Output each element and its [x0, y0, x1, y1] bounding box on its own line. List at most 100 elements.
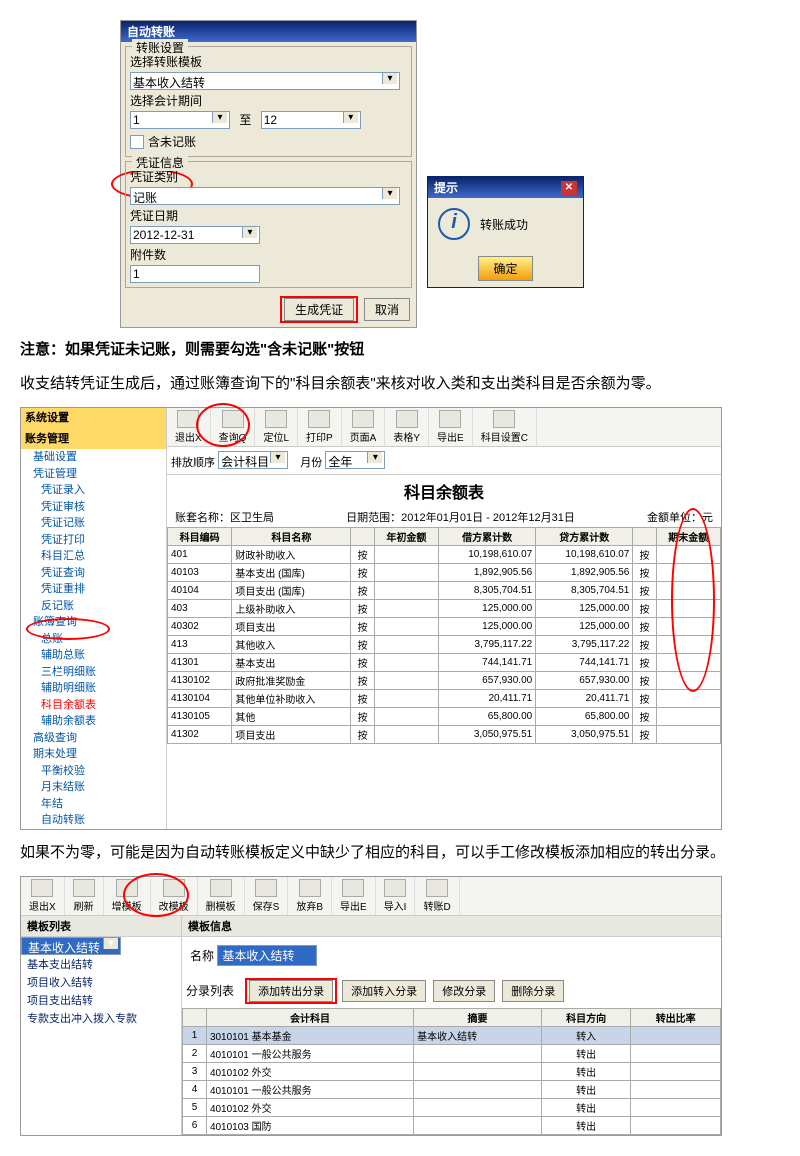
period-to-select[interactable]: 12	[261, 111, 361, 129]
export-button[interactable]: 导出E	[332, 877, 376, 915]
table-row[interactable]: 4130105其他按65,800.0065,800.00按	[168, 708, 721, 726]
save-button[interactable]: 保存S	[245, 877, 289, 915]
tree-leaf[interactable]: 凭证查询	[21, 565, 166, 582]
table-row[interactable]: 13010101 基本基金基本收入结转转入	[183, 1026, 721, 1044]
attachment-input[interactable]: 1	[130, 265, 260, 283]
delete-entry-button[interactable]: 删除分录	[502, 980, 564, 1002]
tree-node[interactable]: 高级查询	[21, 730, 166, 747]
print-button[interactable]: 打印P	[298, 408, 342, 446]
grid-button[interactable]: 表格Y	[385, 408, 429, 446]
table-row[interactable]: 34010102 外交转出	[183, 1062, 721, 1080]
template-item[interactable]: 项目支出结转	[21, 991, 181, 1009]
unit-label: 金额单位：元	[647, 509, 713, 525]
table-row[interactable]: 40104项目支出 (国库)按8,305,704.518,305,704.51按	[168, 582, 721, 600]
gear-icon	[493, 410, 515, 428]
template-select[interactable]: 基本收入结转	[130, 72, 400, 90]
exit-button[interactable]: 退出X	[21, 877, 65, 915]
balance-table: 科目编码科目名称年初金额借方累计数贷方累计数期末金额 401财政补助收入按10,…	[167, 527, 721, 744]
tree-leaf[interactable]: 年结	[21, 796, 166, 813]
generate-button[interactable]: 生成凭证	[284, 298, 354, 321]
tree-leaf[interactable]: 三栏明细账	[21, 664, 166, 681]
tree-leaf[interactable]: 凭证记账	[21, 515, 166, 532]
add-template-button[interactable]: 增模板	[104, 877, 151, 915]
prompt-message: 转账成功	[480, 216, 528, 233]
include-unposted-checkbox[interactable]	[130, 135, 144, 149]
table-row[interactable]: 40103基本支出 (国库)按1,892,905.561,892,905.56按	[168, 564, 721, 582]
tree-node[interactable]: 凭证管理	[21, 466, 166, 483]
template-info-header: 模板信息	[182, 916, 721, 937]
tree-leaf[interactable]: 凭证录入	[21, 482, 166, 499]
table-row[interactable]: 403上级补助收入按125,000.00125,000.00按	[168, 600, 721, 618]
table-row[interactable]: 40302项目支出按125,000.00125,000.00按	[168, 618, 721, 636]
tree-leaf[interactable]: 总账	[21, 631, 166, 648]
delete-template-button[interactable]: 删模板	[198, 877, 245, 915]
tree-leaf[interactable]: 自动转账	[21, 812, 166, 829]
tree-leaf-active[interactable]: 科目余额表	[21, 697, 166, 714]
sort-select[interactable]: 会计科目	[218, 451, 288, 469]
page-button[interactable]: 页面A	[342, 408, 386, 446]
edit-entry-button[interactable]: 修改分录	[433, 980, 495, 1002]
period-from-select[interactable]: 1	[130, 111, 230, 129]
voucher-type-select[interactable]: 记账	[130, 187, 400, 205]
table-row[interactable]: 4130104其他单位补助收入按20,411.7120,411.71按	[168, 690, 721, 708]
auto-transfer-dialog: 自动转账 转账设置 选择转账模板 基本收入结转 选择会计期间 1 至 12 含未…	[120, 20, 417, 328]
paragraph-2: 如果不为零，可能是因为自动转账模板定义中缺少了相应的科目，可以手工修改模板添加相…	[20, 838, 780, 868]
table-row[interactable]: 41301基本支出按744,141.71744,141.71按	[168, 654, 721, 672]
tree-leaf[interactable]: 凭证打印	[21, 532, 166, 549]
table-row[interactable]: 54010102 外交转出	[183, 1098, 721, 1116]
table-row[interactable]: 44010101 一般公共服务转出	[183, 1080, 721, 1098]
template-item[interactable]: 项目收入结转	[21, 973, 181, 991]
prompt-title: 提示	[434, 179, 458, 196]
tree-leaf[interactable]: 凭证审核	[21, 499, 166, 516]
transfer-button[interactable]: 转账D	[415, 877, 459, 915]
delete-icon	[210, 879, 232, 897]
month-select[interactable]: 全年	[325, 451, 385, 469]
ok-button[interactable]: 确定	[478, 256, 532, 281]
tree-node[interactable]: 账簿查询	[21, 614, 166, 631]
table-row[interactable]: 24010101 一般公共服务转出	[183, 1044, 721, 1062]
transfer-settings-group: 转账设置 选择转账模板 基本收入结转 选择会计期间 1 至 12 含未记账	[125, 46, 412, 157]
tree-leaf[interactable]: 月末结账	[21, 779, 166, 796]
tree-leaf[interactable]: 辅助余额表	[21, 713, 166, 730]
tree-leaf[interactable]: 辅助明细账	[21, 680, 166, 697]
table-row[interactable]: 413其他收入按3,795,117.223,795,117.22按	[168, 636, 721, 654]
discard-button[interactable]: 放弃B	[288, 877, 332, 915]
edit-template-button[interactable]: 改模板	[151, 877, 198, 915]
table-row[interactable]: 41302项目支出按3,050,975.513,050,975.51按	[168, 726, 721, 744]
filter-label: 月份	[300, 457, 322, 469]
attachment-label: 附件数	[130, 246, 407, 263]
filter-row: 排放顺序 会计科目 月份 全年	[167, 447, 721, 475]
tree-leaf[interactable]: 科目汇总	[21, 548, 166, 565]
report-title: 科目余额表	[167, 475, 721, 507]
cancel-button[interactable]: 取消	[364, 298, 410, 321]
add-out-entry-button[interactable]: 添加转出分录	[249, 980, 333, 1002]
tree-leaf[interactable]: 平衡校验	[21, 763, 166, 780]
date-range: 日期范围：2012年01月01日 - 2012年12月31日	[346, 509, 575, 525]
table-row[interactable]: 4130102政府批准奖励金按657,930.00657,930.00按	[168, 672, 721, 690]
import-button[interactable]: 导入I	[376, 877, 416, 915]
query-button[interactable]: 查询Q	[211, 408, 256, 446]
add-in-entry-button[interactable]: 添加转入分录	[342, 980, 426, 1002]
template-item[interactable]: 基本支出结转	[21, 955, 181, 973]
table-row[interactable]: 64010103 国防转出	[183, 1116, 721, 1134]
voucher-date-select[interactable]: 2012-12-31	[130, 226, 260, 244]
name-input[interactable]: 基本收入结转	[217, 945, 317, 966]
settings-button[interactable]: 科目设置C	[473, 408, 537, 446]
tree-header: 账务管理	[21, 429, 166, 450]
refresh-button[interactable]: 刷新	[65, 877, 104, 915]
tree-leaf[interactable]: 反记账	[21, 598, 166, 615]
template-item[interactable]: 专款支出冲入拨入专款	[21, 1009, 181, 1027]
tree-node[interactable]: 基础设置	[21, 449, 166, 466]
search-icon	[222, 410, 244, 428]
tree-node[interactable]: 期末处理	[21, 746, 166, 763]
export-button[interactable]: 导出E	[429, 408, 473, 446]
table-row[interactable]: 401财政补助收入按10,198,610.0710,198,610.07按	[168, 546, 721, 564]
tree-leaf[interactable]: 辅助总账	[21, 647, 166, 664]
locate-button[interactable]: 定位L	[255, 408, 298, 446]
close-icon[interactable]: ✕	[561, 181, 577, 195]
template-list-header: 模板列表	[21, 916, 181, 937]
template-item-selected[interactable]: 基本收入结转	[21, 937, 121, 955]
tree-leaf[interactable]: 凭证重排	[21, 581, 166, 598]
exit-button[interactable]: 退出X	[167, 408, 211, 446]
grid-icon	[396, 410, 418, 428]
